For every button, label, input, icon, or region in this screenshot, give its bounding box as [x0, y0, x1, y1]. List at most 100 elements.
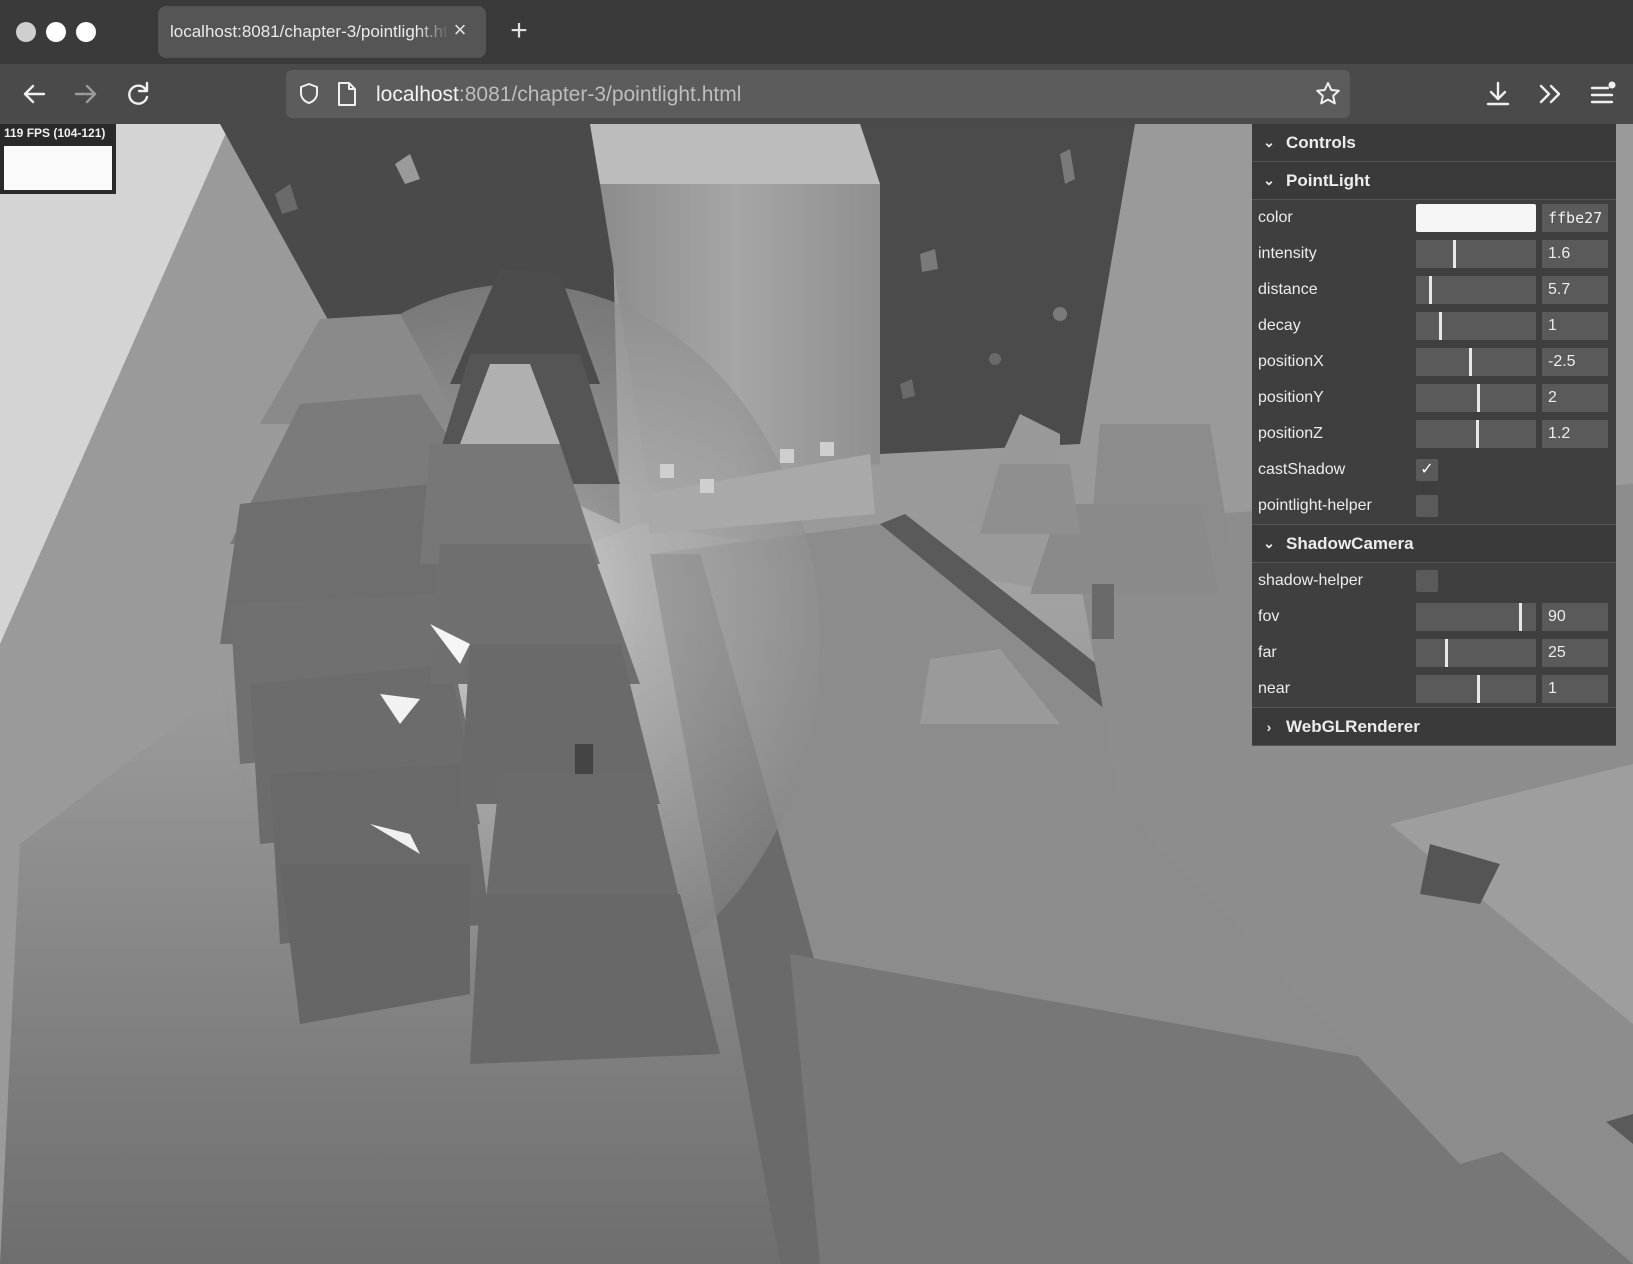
forward-icon[interactable]	[70, 78, 102, 110]
near-label: near	[1258, 680, 1291, 697]
shadow-helper-checkbox[interactable]	[1416, 570, 1438, 592]
decay-row: decay 1	[1252, 308, 1616, 344]
near-input[interactable]: 1	[1542, 675, 1608, 703]
shield-icon[interactable]	[296, 81, 322, 112]
positionX-label: positionX	[1258, 353, 1324, 370]
positionX-input[interactable]: -2.5	[1542, 348, 1608, 376]
browser-tab[interactable]: localhost:8081/chapter-3/pointlight.html…	[158, 6, 486, 58]
intensity-slider[interactable]	[1416, 240, 1536, 268]
menu-icon[interactable]	[1586, 78, 1618, 110]
chevron-down-icon: ⌄	[1263, 172, 1275, 188]
positionZ-label: positionZ	[1258, 425, 1323, 442]
webglrenderer-folder-title[interactable]: › WebGLRenderer	[1252, 708, 1616, 746]
page-icon[interactable]	[336, 81, 358, 112]
color-hex-input[interactable]: ffbe27	[1542, 204, 1608, 232]
reload-icon[interactable]	[122, 78, 154, 110]
decay-input[interactable]: 1	[1542, 312, 1608, 340]
near-slider[interactable]	[1416, 675, 1536, 703]
fov-slider[interactable]	[1416, 603, 1536, 631]
pointlight-folder-title[interactable]: ⌄ PointLight	[1252, 162, 1616, 200]
decay-slider[interactable]	[1416, 312, 1536, 340]
pointlight-folder-text: PointLight	[1286, 170, 1371, 190]
shadow-helper-label: shadow-helper	[1258, 572, 1363, 589]
url-bar[interactable]: localhost:8081/chapter-3/pointlight.html	[286, 70, 1350, 118]
positionZ-row: positionZ 1.2	[1252, 416, 1616, 452]
castShadow-row: castShadow ✓	[1252, 452, 1616, 488]
fov-value: 90	[1548, 608, 1566, 625]
positionZ-input[interactable]: 1.2	[1542, 420, 1608, 448]
bookmark-star-icon[interactable]	[1314, 80, 1342, 113]
chevron-down-icon: ⌄	[1263, 134, 1275, 150]
distance-value: 5.7	[1548, 281, 1571, 298]
distance-slider-thumb[interactable]	[1429, 276, 1432, 304]
stats-fps-meter[interactable]: 119 FPS (104-121)	[0, 124, 116, 194]
close-window-button[interactable]	[16, 22, 36, 42]
chevron-down-icon: ⌄	[1263, 535, 1275, 551]
distance-row: distance 5.7	[1252, 272, 1616, 308]
chevron-right-icon: ›	[1266, 718, 1272, 735]
intensity-row: intensity 1.6	[1252, 236, 1616, 272]
decay-value: 1	[1548, 317, 1557, 334]
pointlight-helper-checkbox[interactable]	[1416, 495, 1438, 517]
far-slider[interactable]	[1416, 639, 1536, 667]
decay-slider-thumb[interactable]	[1439, 312, 1442, 340]
fov-row: fov 90	[1252, 599, 1616, 635]
distance-slider[interactable]	[1416, 276, 1536, 304]
shadow-helper-row: shadow-helper	[1252, 563, 1616, 599]
overflow-chevrons-icon[interactable]	[1534, 78, 1566, 110]
positionX-value: -2.5	[1548, 353, 1576, 370]
positionZ-slider-thumb[interactable]	[1476, 420, 1479, 448]
fps-text: 119 FPS (104-121)	[4, 126, 106, 140]
fov-slider-thumb[interactable]	[1519, 603, 1522, 631]
near-row: near 1	[1252, 671, 1616, 707]
far-value: 25	[1548, 644, 1566, 661]
positionY-slider-thumb[interactable]	[1477, 384, 1480, 412]
far-input[interactable]: 25	[1542, 639, 1608, 667]
fov-label: fov	[1258, 608, 1280, 625]
positionY-input[interactable]: 2	[1542, 384, 1608, 412]
near-value: 1	[1548, 680, 1557, 697]
minimize-window-button[interactable]	[46, 22, 66, 42]
positionY-value: 2	[1548, 389, 1557, 406]
near-slider-thumb[interactable]	[1477, 675, 1480, 703]
controls-panel: ⌄ Controls ⌄ PointLight color ffbe27 int…	[1252, 124, 1616, 746]
webglrenderer-folder-text: WebGLRenderer	[1286, 716, 1420, 736]
far-label: far	[1258, 644, 1277, 661]
positionY-slider[interactable]	[1416, 384, 1536, 412]
back-icon[interactable]	[18, 78, 50, 110]
castShadow-checkbox[interactable]: ✓	[1416, 459, 1438, 481]
intensity-slider-thumb[interactable]	[1453, 240, 1456, 268]
positionX-slider-thumb[interactable]	[1469, 348, 1472, 376]
positionX-slider[interactable]	[1416, 348, 1536, 376]
download-icon[interactable]	[1482, 78, 1514, 110]
fov-input[interactable]: 90	[1542, 603, 1608, 631]
distance-label: distance	[1258, 281, 1318, 298]
new-tab-icon[interactable]: +	[503, 16, 535, 48]
pointlight-helper-row: pointlight-helper	[1252, 488, 1616, 524]
controls-title-text: Controls	[1286, 132, 1356, 152]
color-swatch[interactable]	[1416, 204, 1536, 232]
tab-close-icon[interactable]: ×	[448, 18, 472, 42]
intensity-label: intensity	[1258, 245, 1317, 262]
fps-graph	[4, 146, 112, 190]
maximize-window-button[interactable]	[76, 22, 96, 42]
positionY-label: positionY	[1258, 389, 1324, 406]
decay-label: decay	[1258, 317, 1301, 334]
intensity-input[interactable]: 1.6	[1542, 240, 1608, 268]
shadowcamera-folder-title[interactable]: ⌄ ShadowCamera	[1252, 525, 1616, 563]
pointlight-helper-label: pointlight-helper	[1258, 497, 1372, 514]
positionY-row: positionY 2	[1252, 380, 1616, 416]
positionZ-slider[interactable]	[1416, 420, 1536, 448]
color-hex-value: ffbe27	[1548, 209, 1603, 227]
castShadow-label: castShadow	[1258, 461, 1346, 478]
tab-title: localhost:8081/chapter-3/pointlight.html	[170, 22, 450, 41]
color-row: color ffbe27	[1252, 200, 1616, 236]
browser-titlebar: localhost:8081/chapter-3/pointlight.html…	[0, 0, 1633, 64]
far-slider-thumb[interactable]	[1445, 639, 1448, 667]
positionZ-value: 1.2	[1548, 425, 1571, 442]
distance-input[interactable]: 5.7	[1542, 276, 1608, 304]
far-row: far 25	[1252, 635, 1616, 671]
color-label: color	[1258, 209, 1293, 226]
controls-title[interactable]: ⌄ Controls	[1252, 124, 1616, 162]
url-text[interactable]: localhost:8081/chapter-3/pointlight.html	[376, 83, 741, 107]
